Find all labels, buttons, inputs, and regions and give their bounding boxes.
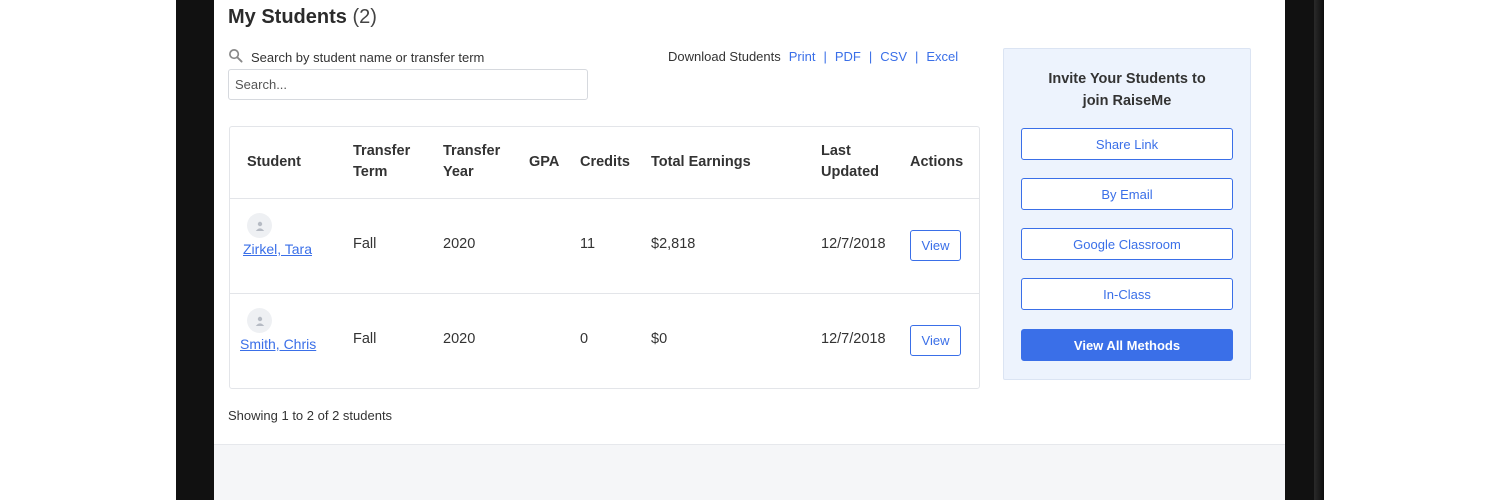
cell-last-updated: 12/7/2018 xyxy=(821,236,886,252)
cell-credits: 0 xyxy=(580,331,589,347)
cell-transfer-term: Fall xyxy=(353,331,377,347)
header-gpa[interactable]: GPA xyxy=(529,152,559,173)
header-transfer-year-line1: Transfer xyxy=(443,143,501,159)
page-footer xyxy=(214,444,1285,500)
separator: | xyxy=(868,49,873,64)
separator: | xyxy=(915,49,919,64)
page-title-text: My Students xyxy=(228,6,347,28)
search-label-text: Search by student name or transfer term xyxy=(251,49,485,65)
in-class-button[interactable]: In-Class xyxy=(1021,278,1233,310)
header-actions: Actions xyxy=(910,154,964,170)
header-last-updated-line2: Updated xyxy=(821,164,879,180)
invite-title: Invite Your Students to join RaiseMe xyxy=(1004,68,1250,112)
user-avatar-icon xyxy=(247,308,272,333)
view-all-methods-button[interactable]: View All Methods xyxy=(1021,329,1233,361)
by-email-button[interactable]: By Email xyxy=(1021,178,1233,210)
invite-title-line2: join RaiseMe xyxy=(1082,93,1172,109)
table-row: Zirkel, Tara Fall 2020 11 $2,818 12/7/20… xyxy=(230,199,979,294)
search-label: Search by student name or transfer term xyxy=(228,48,484,66)
separator: | xyxy=(823,49,827,64)
download-pdf-link[interactable]: PDF xyxy=(835,49,861,64)
header-transfer-term-line2: Term xyxy=(353,164,388,180)
header-total-earnings[interactable]: Total Earnings xyxy=(651,152,751,173)
cell-total-earnings: $2,818 xyxy=(651,236,696,252)
cell-last-updated: 12/7/2018 xyxy=(821,331,886,347)
download-excel-link[interactable]: Excel xyxy=(926,49,958,64)
download-print-link[interactable]: Print xyxy=(789,49,816,64)
students-table: Student Transfer Term Transfer Year GPA … xyxy=(229,126,980,389)
share-link-button[interactable]: Share Link xyxy=(1021,128,1233,160)
table-header: Student Transfer Term Transfer Year GPA … xyxy=(230,127,979,199)
invite-panel: Invite Your Students to join RaiseMe Sha… xyxy=(1003,48,1251,380)
header-credits[interactable]: Credits xyxy=(580,152,630,173)
google-classroom-button[interactable]: Google Classroom xyxy=(1021,228,1233,260)
header-transfer-year[interactable]: Transfer Year xyxy=(443,141,500,183)
cell-transfer-year: 2020 xyxy=(443,236,476,252)
search-icon xyxy=(228,48,243,66)
user-avatar-icon xyxy=(247,213,272,238)
download-students: Download Students Print | PDF | CSV | Ex… xyxy=(668,49,958,64)
view-student-button[interactable]: View xyxy=(910,230,961,261)
app-screen: My Students (2) Search by student name o… xyxy=(214,0,1285,500)
student-name-link[interactable]: Zirkel, Tara xyxy=(243,241,312,257)
header-student[interactable]: Student xyxy=(247,152,301,173)
header-last-updated[interactable]: Last Updated xyxy=(821,141,879,183)
pagination-info: Showing 1 to 2 of 2 students xyxy=(228,408,393,423)
cell-transfer-term: Fall xyxy=(353,236,377,252)
download-csv-link[interactable]: CSV xyxy=(880,49,907,64)
invite-title-line1: Invite Your Students to xyxy=(1048,71,1206,87)
cell-total-earnings: $0 xyxy=(651,331,668,347)
header-transfer-term-line1: Transfer xyxy=(353,143,411,159)
header-transfer-year-line2: Year xyxy=(443,164,474,180)
cell-credits: 11 xyxy=(580,236,596,252)
cell-transfer-year: 2020 xyxy=(443,331,476,347)
view-student-button[interactable]: View xyxy=(910,325,961,356)
student-count: (2) xyxy=(352,6,377,28)
table-row: Smith, Chris Fall 2020 0 $0 12/7/2018 Vi… xyxy=(230,294,979,389)
page-title: My Students (2) xyxy=(228,6,377,29)
download-label: Download Students xyxy=(668,49,781,64)
header-transfer-term[interactable]: Transfer Term xyxy=(353,141,410,183)
header-last-updated-line1: Last xyxy=(821,143,851,159)
search-input[interactable] xyxy=(228,69,588,100)
student-name-link[interactable]: Smith, Chris xyxy=(240,336,316,352)
